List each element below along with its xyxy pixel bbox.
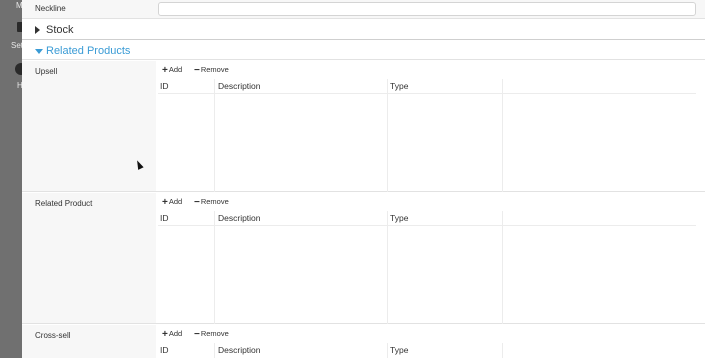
upsell-remove-button[interactable]: −Remove: [194, 65, 229, 76]
related-products-section-title: Related Products: [46, 45, 131, 57]
plus-icon: +: [162, 197, 168, 208]
avatar-icon[interactable]: [15, 63, 22, 75]
upsell-label: Upsell: [35, 67, 58, 76]
upsell-col-description: [215, 79, 388, 192]
minus-icon: −: [194, 197, 200, 208]
related-product-header-id[interactable]: ID: [160, 213, 169, 223]
sidebar: M Set H: [0, 0, 22, 358]
upsell-label-panel: [22, 61, 156, 191]
cross-sell-label: Cross-sell: [35, 331, 71, 340]
minus-icon: −: [194, 329, 200, 340]
related-product-col-description: [215, 211, 388, 324]
neckline-row: Neckline: [22, 0, 705, 19]
add-label: Add: [168, 329, 183, 338]
caret-right-icon: [35, 26, 40, 34]
upsell-col-type: [388, 79, 503, 192]
upsell-header-divider: [158, 93, 696, 94]
add-label: Add: [168, 197, 183, 206]
neckline-label: Neckline: [35, 4, 66, 13]
sidebar-text-2[interactable]: Set: [11, 41, 22, 50]
cross-sell-add-button[interactable]: +Add: [162, 329, 182, 340]
upsell-header-type[interactable]: Type: [390, 81, 408, 91]
neckline-input[interactable]: [158, 2, 696, 16]
related-product-label-panel: [22, 193, 156, 323]
upsell-header-description[interactable]: Description: [218, 81, 261, 91]
cross-sell-block: Cross-sell +Add −Remove ID Description T…: [22, 325, 705, 358]
cross-sell-label-panel: [22, 325, 156, 358]
remove-label: Remove: [200, 329, 229, 338]
related-product-add-button[interactable]: +Add: [162, 197, 182, 208]
caret-down-icon: [35, 49, 43, 54]
related-product-header-type[interactable]: Type: [390, 213, 408, 223]
cross-sell-remove-button[interactable]: −Remove: [194, 329, 229, 340]
cross-sell-header-id[interactable]: ID: [160, 345, 169, 355]
main-content: Neckline Stock Related Products Upsell +…: [22, 0, 705, 358]
upsell-header-id[interactable]: ID: [160, 81, 169, 91]
related-product-header-divider: [158, 225, 696, 226]
related-product-remove-button[interactable]: −Remove: [194, 197, 229, 208]
cross-sell-header-type[interactable]: Type: [390, 345, 408, 355]
plus-icon: +: [162, 329, 168, 340]
upsell-col-id: [158, 79, 215, 192]
cross-sell-header-description[interactable]: Description: [218, 345, 261, 355]
minus-icon: −: [194, 65, 200, 76]
related-product-col-type: [388, 211, 503, 324]
related-product-block: Related Product +Add −Remove ID Descript…: [22, 193, 705, 324]
stock-section-header[interactable]: Stock: [22, 20, 705, 40]
related-product-label: Related Product: [35, 199, 93, 208]
upsell-block: Upsell +Add −Remove ID Description Type: [22, 61, 705, 192]
related-product-col-id: [158, 211, 215, 324]
plus-icon: +: [162, 65, 168, 76]
related-products-section-header[interactable]: Related Products: [22, 42, 705, 60]
add-label: Add: [168, 65, 183, 74]
upsell-add-button[interactable]: +Add: [162, 65, 182, 76]
stock-section-title: Stock: [46, 24, 74, 36]
related-product-header-description[interactable]: Description: [218, 213, 261, 223]
remove-label: Remove: [200, 197, 229, 206]
remove-label: Remove: [200, 65, 229, 74]
